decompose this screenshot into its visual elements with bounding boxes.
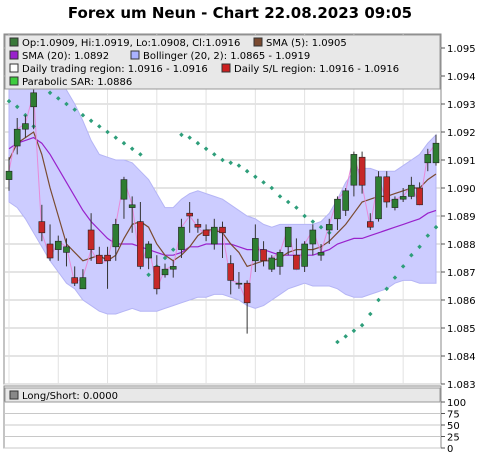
candle-up — [276, 252, 284, 267]
y-tick-label: 1.084 — [447, 352, 476, 363]
candle-up — [309, 229, 317, 245]
candle-up — [252, 238, 259, 262]
candle-down — [358, 156, 366, 186]
legend-label: Parabolic SAR: 1.0886 — [22, 77, 132, 88]
candle-up — [161, 268, 169, 276]
lower-y-tick-label: 25 — [447, 433, 460, 444]
candle-down — [227, 263, 235, 281]
legend-swatch — [9, 37, 19, 47]
candle-down — [194, 224, 202, 228]
candle-up — [120, 179, 128, 200]
candle-up — [350, 154, 358, 186]
candle-up — [169, 266, 177, 270]
candle-up — [5, 170, 13, 180]
candle-down — [416, 187, 423, 206]
chart-page: Forex um Neun - Chart 22.08.2023 09:05 1… — [0, 0, 480, 457]
legend-swatch — [253, 37, 263, 47]
candle-down — [202, 229, 210, 236]
y-tick-label: 1.094 — [447, 72, 476, 83]
main-y-axis: 1.083 1.084 1.085 1.086 1.087 1.088 1.089 1.090… — [441, 44, 476, 391]
candle-up — [325, 224, 333, 231]
candle-up — [235, 282, 243, 285]
y-tick-label: 1.088 — [447, 240, 476, 251]
legend-swatch — [221, 63, 231, 73]
candle-up — [424, 154, 432, 164]
y-tick-label: 1.093 — [447, 100, 476, 111]
candle-up — [399, 196, 407, 200]
y-tick-label: 1.085 — [447, 324, 476, 335]
candle-down — [219, 226, 226, 234]
candle-up — [63, 246, 70, 253]
y-tick-label: 1.091 — [447, 156, 476, 167]
candle-up — [268, 257, 276, 270]
legend-label: SMA (5): 1.0905 — [266, 38, 347, 49]
candle-up — [128, 204, 136, 208]
candle-down — [87, 229, 95, 250]
candle-down — [137, 221, 144, 267]
candle-up — [30, 92, 37, 108]
candle-up — [79, 277, 87, 290]
candle-up — [145, 243, 152, 259]
y-tick-label: 1.086 — [447, 296, 476, 307]
candle-down — [71, 277, 78, 284]
candle-up — [301, 243, 308, 267]
candle-up — [178, 226, 185, 250]
candle-up — [317, 252, 325, 256]
legend-swatch — [9, 63, 19, 73]
legend-label: Daily trading region: 1.0916 - 1.0916 — [22, 64, 208, 75]
candle-up — [22, 123, 29, 130]
y-tick-label: 1.089 — [447, 212, 476, 223]
legend-label: Bollinger (20, 2): 1.0865 - 1.0919 — [143, 51, 310, 62]
candle-down — [153, 266, 161, 290]
candle-down — [243, 282, 251, 304]
legend-label: Op:1.0909, Hi:1.0919, Lo:1.0908, Cl:1.09… — [22, 38, 240, 49]
y-tick-label: 1.095 — [447, 44, 476, 55]
legend-label: SMA (20): 1.0892 — [22, 51, 109, 62]
candle-down — [96, 254, 103, 264]
lower-y-tick-label: 75 — [447, 410, 460, 421]
candle-up — [210, 226, 218, 245]
forex-chart: Forex um Neun - Chart 22.08.2023 09:05 1… — [3, 4, 476, 455]
y-tick-label: 1.083 — [447, 380, 476, 391]
candle-down — [260, 249, 267, 262]
candle-up — [342, 190, 349, 211]
candle-down — [104, 254, 111, 262]
lower-y-tick-label: 100 — [447, 398, 466, 409]
candle-up — [375, 176, 382, 220]
candle-down — [38, 221, 46, 234]
y-tick-label: 1.087 — [447, 268, 476, 279]
candle-up — [112, 224, 120, 248]
legend-label: Daily S/L region: 1.0916 - 1.0916 — [234, 64, 399, 75]
candle-up — [54, 240, 62, 250]
lower-legend-swatch — [9, 390, 19, 400]
legend-swatch — [9, 50, 19, 60]
candle-down — [367, 221, 374, 228]
legend-swatch — [9, 76, 19, 86]
candle-up — [284, 226, 292, 248]
candle-up — [391, 198, 399, 208]
candle-up — [408, 184, 415, 197]
lower-y-tick-label: 0 — [447, 444, 453, 455]
candle-up — [432, 142, 440, 164]
legend-swatch — [130, 50, 140, 60]
y-tick-label: 1.090 — [447, 184, 476, 195]
lower-legend-label: Long/Short: 0.0000 — [22, 391, 118, 402]
candle-down — [293, 254, 300, 270]
candle-down — [383, 176, 391, 203]
lower-y-axis: 0255075100 — [441, 398, 466, 455]
candle-up — [334, 198, 341, 220]
chart-title: Forex um Neun - Chart 22.08.2023 09:05 — [68, 4, 412, 22]
candle-down — [186, 212, 193, 217]
candle-up — [13, 128, 21, 147]
y-tick-label: 1.092 — [447, 128, 476, 139]
lower-y-tick-label: 50 — [447, 421, 460, 432]
candle-down — [46, 243, 54, 259]
